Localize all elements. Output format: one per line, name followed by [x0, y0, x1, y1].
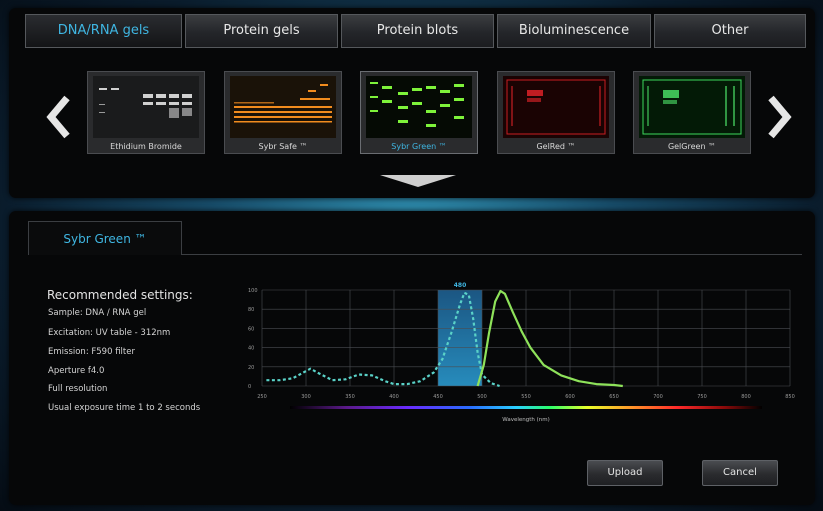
- x-tick-label: 750: [697, 394, 707, 400]
- y-tick-label: 0: [248, 384, 251, 390]
- dye-label: GelGreen ™: [667, 142, 717, 151]
- previous-button[interactable]: [38, 82, 78, 152]
- x-tick-label: 650: [609, 394, 619, 400]
- gel-image: [230, 76, 336, 138]
- next-button[interactable]: [760, 82, 800, 152]
- x-tick-label: 450: [433, 394, 443, 400]
- spectrum-chart: 480 0 20 40 60 80 100 250 300 350 400 450 500 550 600 6…: [248, 282, 795, 423]
- dye-thumb-sybr-safe[interactable]: Sybr Safe ™: [224, 71, 342, 154]
- setting-sample: Sample: DNA / RNA gel: [48, 308, 147, 318]
- y-tick-label: 20: [248, 365, 254, 371]
- tab-bioluminescence[interactable]: Bioluminescence: [497, 14, 651, 48]
- excitation-band: [438, 290, 482, 386]
- x-tick-label: 700: [653, 394, 663, 400]
- x-tick-label: 550: [521, 394, 531, 400]
- y-tick-label: 100: [248, 288, 258, 294]
- chevron-left-icon: [46, 95, 70, 139]
- tab-divider: [182, 254, 802, 255]
- cancel-button[interactable]: Cancel: [702, 460, 778, 486]
- expand-down-icon[interactable]: [378, 174, 458, 188]
- tab-other[interactable]: Other: [654, 14, 806, 48]
- x-tick-label: 400: [389, 394, 399, 400]
- dye-label: Sybr Safe ™: [258, 142, 308, 151]
- setting-emission: Emission: F590 filter: [48, 347, 135, 357]
- y-tick-label: 40: [248, 346, 254, 352]
- y-tick-label: 60: [248, 326, 254, 332]
- selected-dye-tab[interactable]: Sybr Green ™: [28, 221, 182, 255]
- x-axis-label: Wavelength (nm): [502, 417, 550, 423]
- setting-exposure: Usual exposure time 1 to 2 seconds: [48, 403, 201, 413]
- tab-protein-blots[interactable]: Protein blots: [341, 14, 494, 48]
- y-tick-label: 80: [248, 307, 254, 313]
- wavelength-spectrum-bar: [290, 406, 762, 409]
- dye-label: Ethidium Bromide: [110, 142, 182, 151]
- excitation-peak-label: 480: [454, 282, 467, 289]
- chevron-right-icon: [768, 95, 792, 139]
- gel-image: [503, 76, 609, 138]
- setting-excitation: Excitation: UV table - 312nm: [48, 328, 171, 338]
- dye-label: Sybr Green ™: [391, 142, 447, 151]
- settings-title: Recommended settings:: [47, 288, 193, 302]
- upload-button[interactable]: Upload: [587, 460, 663, 486]
- x-tick-label: 500: [477, 394, 487, 400]
- gel-image: [93, 76, 199, 138]
- dye-thumb-gelgreen[interactable]: GelGreen ™: [633, 71, 751, 154]
- gel-image: [366, 76, 472, 138]
- tab-protein-gels[interactable]: Protein gels: [185, 14, 338, 48]
- setting-aperture: Aperture f4.0: [48, 366, 105, 376]
- x-tick-label: 850: [785, 394, 795, 400]
- tab-dna-rna-gels[interactable]: DNA/RNA gels: [25, 14, 182, 48]
- x-tick-label: 250: [257, 394, 267, 400]
- dye-label: GelRed ™: [536, 142, 576, 151]
- x-tick-label: 300: [301, 394, 311, 400]
- gel-image: [639, 76, 745, 138]
- dye-thumb-sybr-green[interactable]: Sybr Green ™: [360, 71, 478, 154]
- dye-thumb-ethidium-bromide[interactable]: Ethidium Bromide: [87, 71, 205, 154]
- x-tick-label: 600: [565, 394, 575, 400]
- emission-curve: [476, 289, 623, 388]
- x-tick-label: 350: [345, 394, 355, 400]
- setting-resolution: Full resolution: [48, 384, 108, 394]
- x-tick-label: 800: [741, 394, 751, 400]
- dye-thumb-gelred[interactable]: GelRed ™: [497, 71, 615, 154]
